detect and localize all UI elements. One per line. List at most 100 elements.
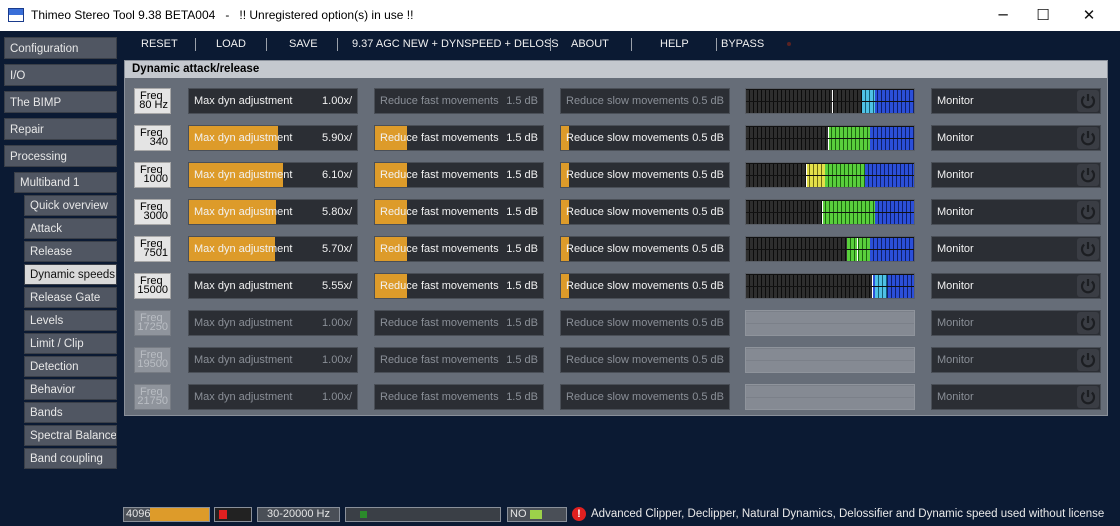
meter-peak-marker [806,176,808,187]
reduce-slow-movements-slider[interactable]: Reduce slow movements 0.5 dB [560,273,730,299]
monitor-label: Monitor [937,317,974,329]
bypass-button[interactable]: BYPASS [721,32,764,56]
max-dyn-adjustment-slider[interactable]: Max dyn adjustment 5.70x/ [188,236,358,262]
monitor-button[interactable]: Monitor [931,88,1101,114]
reduce-fast-movements-slider[interactable]: Reduce fast movements 1.5 dB [374,384,544,410]
power-icon[interactable] [1077,312,1099,334]
freq-button[interactable]: Freq 19500 [134,347,171,373]
band-level-meter [745,236,915,262]
freq-button[interactable]: Freq 15000 [134,273,171,299]
sidebar-item-detection[interactable]: Detection [24,356,117,377]
sidebar-item-i-o[interactable]: I/O [4,64,117,86]
meter-peak-marker [828,139,830,150]
max-dyn-adjustment-slider[interactable]: Max dyn adjustment 5.90x/ [188,125,358,151]
monitor-button[interactable]: Monitor [931,347,1101,373]
freq-button[interactable]: Freq 80 Hz [134,88,171,114]
freq-button[interactable]: Freq 7501 [134,236,171,262]
reduce-slow-movements-slider-label: Reduce slow movements [566,169,689,181]
freq-button[interactable]: Freq 21750 [134,384,171,410]
maximize-button[interactable]: ☐ [1020,0,1066,31]
power-icon[interactable] [1077,164,1099,186]
monitor-button[interactable]: Monitor [931,273,1101,299]
sidebar-item-repair[interactable]: Repair [4,118,117,140]
reduce-fast-movements-slider[interactable]: Reduce fast movements 1.5 dB [374,310,544,336]
frequency-range: 30-20000 Hz [257,507,340,522]
reduce-fast-movements-slider[interactable]: Reduce fast movements 1.5 dB [374,199,544,225]
meter-segment-green [821,213,876,224]
reduce-slow-movements-slider[interactable]: Reduce slow movements 0.5 dB [560,199,730,225]
load-button[interactable]: LOAD [216,32,246,56]
monitor-button[interactable]: Monitor [931,310,1101,336]
freq-button[interactable]: Freq 3000 [134,199,171,225]
sidebar-item-processing[interactable]: Processing [4,145,117,167]
reduce-slow-movements-slider[interactable]: Reduce slow movements 0.5 dB [560,310,730,336]
reduce-fast-movements-slider[interactable]: Reduce fast movements 1.5 dB [374,273,544,299]
sidebar-item-levels[interactable]: Levels [24,310,117,331]
sidebar-item-the-bimp[interactable]: The BIMP [4,91,117,113]
meter-segment-green [846,238,871,249]
sidebar-item-quick-overview[interactable]: Quick overview [24,195,117,216]
freq-button[interactable]: Freq 340 [134,125,171,151]
preset-button[interactable]: 9.37 AGC NEW + DYNSPEED + DELOSS [352,32,559,56]
reduce-fast-movements-slider-value: 1.5 dB [506,243,538,255]
power-icon[interactable] [1077,90,1099,112]
max-dyn-adjustment-slider[interactable]: Max dyn adjustment 6.10x/ [188,162,358,188]
about-button[interactable]: ABOUT [571,32,609,56]
reduce-fast-movements-slider[interactable]: Reduce fast movements 1.5 dB [374,125,544,151]
max-dyn-adjustment-slider-label: Max dyn adjustment [194,354,293,366]
freq-value: 15000 [137,284,168,296]
monitor-button[interactable]: Monitor [931,236,1101,262]
max-dyn-adjustment-slider[interactable]: Max dyn adjustment 1.00x/ [188,310,358,336]
help-button[interactable]: HELP [660,32,689,56]
meter-segment-blue [875,201,914,212]
reduce-slow-movements-slider[interactable]: Reduce slow movements 0.5 dB [560,88,730,114]
reduce-fast-movements-slider[interactable]: Reduce fast movements 1.5 dB [374,347,544,373]
sidebar-item-attack[interactable]: Attack [24,218,117,239]
power-icon[interactable] [1077,349,1099,371]
freq-button[interactable]: Freq 1000 [134,162,171,188]
reduce-slow-movements-slider[interactable]: Reduce slow movements 0.5 dB [560,384,730,410]
reset-button[interactable]: RESET [141,32,178,56]
reduce-slow-movements-slider[interactable]: Reduce slow movements 0.5 dB [560,236,730,262]
sidebar-item-dynamic-speeds[interactable]: Dynamic speeds [24,264,117,285]
max-dyn-adjustment-slider[interactable]: Max dyn adjustment 1.00x/ [188,384,358,410]
close-icon: ✕ [1082,6,1096,24]
power-icon[interactable] [1077,238,1099,260]
reduce-fast-movements-slider[interactable]: Reduce fast movements 1.5 dB [374,236,544,262]
save-button[interactable]: SAVE [289,32,318,56]
freq-button[interactable]: Freq 17250 [134,310,171,336]
max-dyn-adjustment-slider[interactable]: Max dyn adjustment 5.55x/ [188,273,358,299]
monitor-button[interactable]: Monitor [931,199,1101,225]
reduce-slow-movements-slider[interactable]: Reduce slow movements 0.5 dB [560,125,730,151]
reduce-slow-movements-slider[interactable]: Reduce slow movements 0.5 dB [560,347,730,373]
sidebar-item-limit-clip[interactable]: Limit / Clip [24,333,117,354]
close-button[interactable]: ✕ [1066,0,1112,31]
band-level-meter [745,273,915,299]
monitor-button[interactable]: Monitor [931,384,1101,410]
sidebar-item-multiband-1[interactable]: Multiband 1 [14,172,117,193]
toolbar-divider [631,38,632,51]
monitor-button[interactable]: Monitor [931,125,1101,151]
max-dyn-adjustment-slider[interactable]: Max dyn adjustment 1.00x/ [188,347,358,373]
max-dyn-adjustment-slider-value: 6.10x/ [322,169,352,181]
power-icon[interactable] [1077,386,1099,408]
power-icon[interactable] [1077,201,1099,223]
reduce-fast-movements-slider[interactable]: Reduce fast movements 1.5 dB [374,162,544,188]
sidebar-item-bands[interactable]: Bands [24,402,117,423]
sidebar-item-band-coupling[interactable]: Band coupling [24,448,117,469]
sidebar-item-configuration[interactable]: Configuration [4,37,117,59]
band-row: Freq 80 Hz Max dyn adjustment 1.00x/Reduce … [125,88,1107,114]
monitor-button[interactable]: Monitor [931,162,1101,188]
reduce-slow-movements-slider[interactable]: Reduce slow movements 0.5 dB [560,162,730,188]
band-row: Freq 7501 Max dyn adjustment 5.70x/Reduce f… [125,236,1107,262]
reduce-fast-movements-slider[interactable]: Reduce fast movements 1.5 dB [374,88,544,114]
max-dyn-adjustment-slider[interactable]: Max dyn adjustment 1.00x/ [188,88,358,114]
power-icon[interactable] [1077,127,1099,149]
sidebar-item-behavior[interactable]: Behavior [24,379,117,400]
sidebar-item-release[interactable]: Release [24,241,117,262]
max-dyn-adjustment-slider[interactable]: Max dyn adjustment 5.80x/ [188,199,358,225]
power-icon[interactable] [1077,275,1099,297]
sidebar-item-spectral-balance[interactable]: Spectral Balance [24,425,117,446]
meter-track [746,312,914,323]
sidebar-item-release-gate[interactable]: Release Gate [24,287,117,308]
